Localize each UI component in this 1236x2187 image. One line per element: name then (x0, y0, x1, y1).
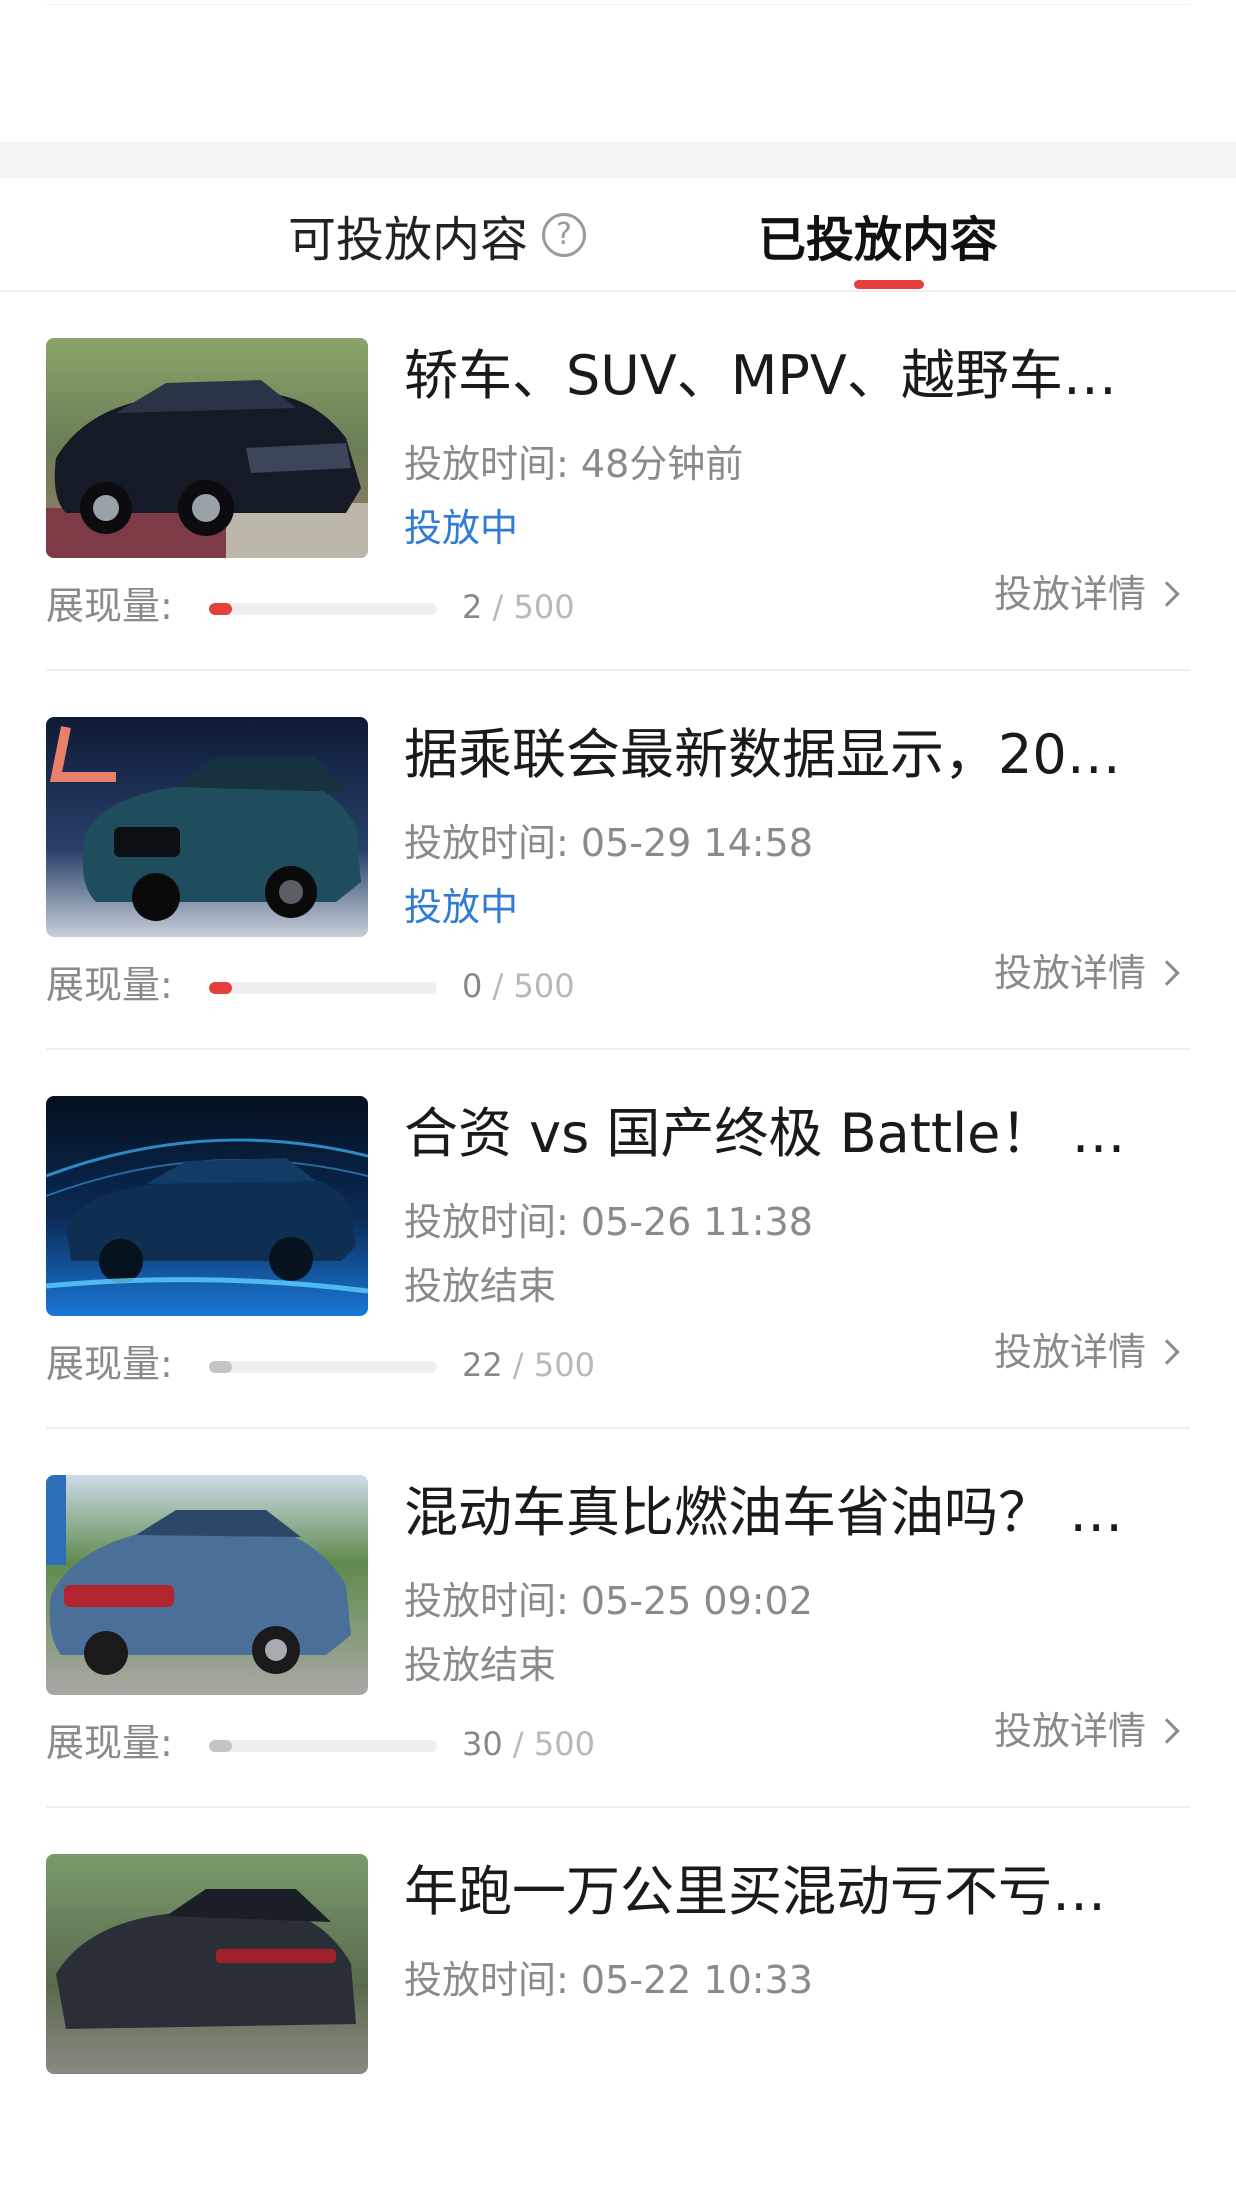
impressions-count: 2 / 500 (462, 585, 575, 629)
chevron-right-icon (1154, 1339, 1180, 1365)
impressions-progress-fill (209, 1740, 232, 1752)
tab-bar: 可投放内容 ? 已投放内容 (0, 178, 1236, 292)
impressions-progress-fill (209, 982, 232, 994)
blue-sedan-thumbnail (46, 1475, 368, 1695)
teal-suv-thumbnail (46, 717, 368, 937)
time-label: 投放时间: (404, 442, 569, 486)
impressions-count: 30 / 500 (462, 1722, 595, 1766)
list-item[interactable]: 混动车真比燃油车省油吗？ … 投放时间: 05-25 09:02 投放结束 展现… (0, 1429, 1236, 1808)
impressions-label: 展现量: (46, 584, 173, 628)
section-gap (0, 142, 1236, 178)
item-title[interactable]: 轿车、SUV、MPV、越野车… (404, 340, 1144, 412)
time-value: 05-25 09:02 (580, 1579, 813, 1623)
status-badge: 投放结束 (404, 1264, 557, 1308)
status-badge: 投放结束 (404, 1643, 557, 1687)
time-label: 投放时间: (404, 1579, 569, 1623)
item-title[interactable]: 据乘联会最新数据显示，20… (404, 719, 1144, 791)
top-divider (46, 4, 1190, 5)
impressions-separator: / (492, 967, 504, 1005)
item-title[interactable]: 年跑一万公里买混动亏不亏… (404, 1856, 1144, 1928)
impressions-separator: / (512, 1725, 524, 1763)
impressions-count: 0 / 500 (462, 964, 575, 1008)
publish-detail-link[interactable]: 投放详情 (993, 949, 1180, 997)
impressions-total: 500 (533, 1725, 595, 1763)
publish-detail-label: 投放详情 (993, 1709, 1146, 1753)
impressions-progress-bar (209, 982, 437, 994)
tab-published-label: 已投放内容 (758, 212, 999, 268)
list-item[interactable]: 合资 vs 国产终极 Battle！ 2… 投放时间: 05-26 11:38 … (0, 1050, 1236, 1429)
impressions-total: 500 (513, 588, 575, 626)
impressions-total: 500 (513, 967, 575, 1005)
list-item[interactable]: 轿车、SUV、MPV、越野车… 投放时间: 48分钟前 投放中 展现量: 2 /… (0, 292, 1236, 671)
status-badge: 投放中 (404, 506, 519, 550)
item-title[interactable]: 混动车真比燃油车省油吗？ … (404, 1477, 1144, 1549)
time-label: 投放时间: (404, 821, 569, 865)
item-publish-time: 投放时间: 05-22 10:33 (404, 1956, 813, 2004)
tab-available-label: 可投放内容 (288, 212, 529, 268)
impressions-label: 展现量: (46, 963, 173, 1007)
list-item[interactable]: 年跑一万公里买混动亏不亏… 投放时间: 05-22 10:33 (0, 1808, 1236, 2187)
impressions-label: 展现量: (46, 1342, 173, 1386)
question-mark-circle-icon[interactable]: ? (542, 213, 587, 257)
blue-wind-tunnel-car-thumbnail (46, 1096, 368, 1316)
impressions-label: 展现量: (46, 1721, 173, 1765)
dark-suv-thumbnail (46, 1854, 368, 2074)
publish-detail-link[interactable]: 投放详情 (993, 1328, 1180, 1376)
time-value: 05-22 10:33 (580, 1958, 813, 2002)
publish-detail-link[interactable]: 投放详情 (993, 1707, 1180, 1755)
time-label: 投放时间: (404, 1200, 569, 1244)
impressions-progress-fill (209, 603, 232, 615)
item-publish-time: 投放时间: 05-26 11:38 (404, 1198, 813, 1246)
impressions-current: 0 (462, 967, 483, 1005)
time-value: 05-29 14:58 (580, 821, 813, 865)
top-blank-area (0, 0, 1236, 142)
impressions-current: 30 (462, 1725, 503, 1763)
impressions-count: 22 / 500 (462, 1343, 595, 1387)
impressions-progress-fill (209, 1361, 232, 1373)
time-value: 05-26 11:38 (580, 1200, 813, 1244)
time-label: 投放时间: (404, 1958, 569, 2002)
list-item[interactable]: 据乘联会最新数据显示，20… 投放时间: 05-29 14:58 投放中 展现量… (0, 671, 1236, 1050)
chevron-right-icon (1154, 1718, 1180, 1744)
active-tab-indicator (854, 280, 924, 289)
publish-detail-label: 投放详情 (993, 572, 1146, 616)
item-publish-time: 投放时间: 48分钟前 (404, 440, 743, 488)
publish-detail-link[interactable]: 投放详情 (993, 570, 1180, 618)
tab-published-content[interactable]: 已投放内容 (758, 200, 998, 270)
impressions-separator: / (492, 588, 504, 626)
publish-detail-label: 投放详情 (993, 951, 1146, 995)
time-value: 48分钟前 (580, 442, 744, 486)
status-badge: 投放中 (404, 885, 519, 929)
black-suv-thumbnail (46, 338, 368, 558)
impressions-progress-bar (209, 1361, 437, 1373)
impressions-separator: / (512, 1346, 524, 1384)
chevron-right-icon (1154, 960, 1180, 986)
impressions-total: 500 (533, 1346, 595, 1384)
published-content-list: 轿车、SUV、MPV、越野车… 投放时间: 48分钟前 投放中 展现量: 2 /… (0, 292, 1236, 2187)
chevron-right-icon (1154, 581, 1180, 607)
impressions-current: 2 (462, 588, 483, 626)
impressions-current: 22 (462, 1346, 503, 1384)
item-publish-time: 投放时间: 05-29 14:58 (404, 819, 813, 867)
impressions-progress-bar (209, 603, 437, 615)
item-title[interactable]: 合资 vs 国产终极 Battle！ 2… (404, 1098, 1144, 1170)
tab-available-content[interactable]: 可投放内容 ? (288, 200, 587, 270)
publish-detail-label: 投放详情 (993, 1330, 1146, 1374)
impressions-progress-bar (209, 1740, 437, 1752)
item-publish-time: 投放时间: 05-25 09:02 (404, 1577, 813, 1625)
